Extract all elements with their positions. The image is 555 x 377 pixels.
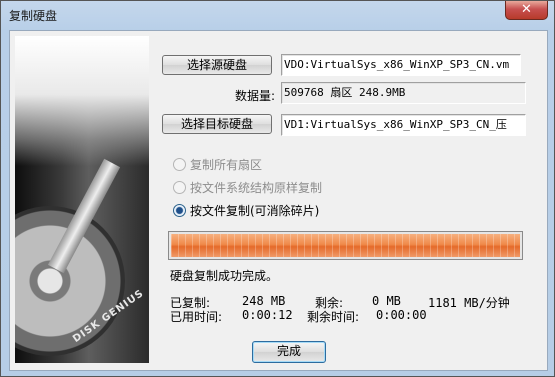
data-size-label: 数据量: [235, 89, 276, 103]
option-copy-all-sectors[interactable]: 复制所有扇区 [173, 156, 262, 172]
progress-fill [171, 234, 520, 257]
close-icon: ✕ [521, 2, 532, 17]
option-label: 复制所有扇区 [190, 158, 263, 172]
disk-genius-banner-image: DISK GENIUS [15, 36, 149, 363]
banner-fade [15, 36, 149, 166]
time-left-label: 剩余时间: [307, 310, 360, 324]
option-copy-by-file[interactable]: 按文件复制(可消除碎片) [173, 202, 319, 218]
copied-value: 248 MB [242, 294, 286, 308]
copy-progress-bar [168, 231, 523, 260]
elapsed-time-label: 已用时间: [170, 310, 223, 324]
window-title: 复制硬盘 [9, 9, 58, 23]
option-label: 按文件复制(可消除碎片) [190, 204, 320, 218]
title-bar[interactable]: 复制硬盘 ✕ [1, 1, 554, 29]
data-size-value: 509768 扇区 248.9MB [281, 82, 526, 104]
status-text: 硬盘复制成功完成。 [170, 269, 279, 283]
option-copy-fs-structure[interactable]: 按文件系统结构原样复制 [173, 179, 322, 195]
radio-button[interactable] [173, 158, 186, 171]
remaining-value: 0 MB [372, 294, 401, 308]
radio-button-selected[interactable] [173, 204, 186, 217]
radio-button[interactable] [173, 181, 186, 194]
select-target-disk-button[interactable]: 选择目标硬盘 [162, 114, 272, 134]
copy-speed: 1181 MB/分钟 [428, 296, 510, 310]
dialog-window: 复制硬盘 ✕ DISK GENIUS 选择源硬盘 VDO:VirtualSys_… [0, 0, 555, 377]
target-disk-field[interactable]: VD1:VirtualSys_x86_WinXP_SP3_CN_压 [281, 114, 526, 136]
finish-button[interactable]: 完成 [252, 341, 326, 363]
close-button[interactable]: ✕ [505, 1, 548, 20]
elapsed-time-value: 0:00:12 [242, 308, 293, 322]
dialog-client-area: DISK GENIUS 选择源硬盘 VDO:VirtualSys_x86_Win… [9, 30, 548, 371]
option-label: 按文件系统结构原样复制 [190, 181, 323, 195]
source-disk-field[interactable]: VDO:VirtualSys_x86_WinXP_SP3_CN.vm [281, 54, 521, 76]
time-left-value: 0:00:00 [376, 308, 427, 322]
select-source-disk-button[interactable]: 选择源硬盘 [162, 55, 272, 75]
